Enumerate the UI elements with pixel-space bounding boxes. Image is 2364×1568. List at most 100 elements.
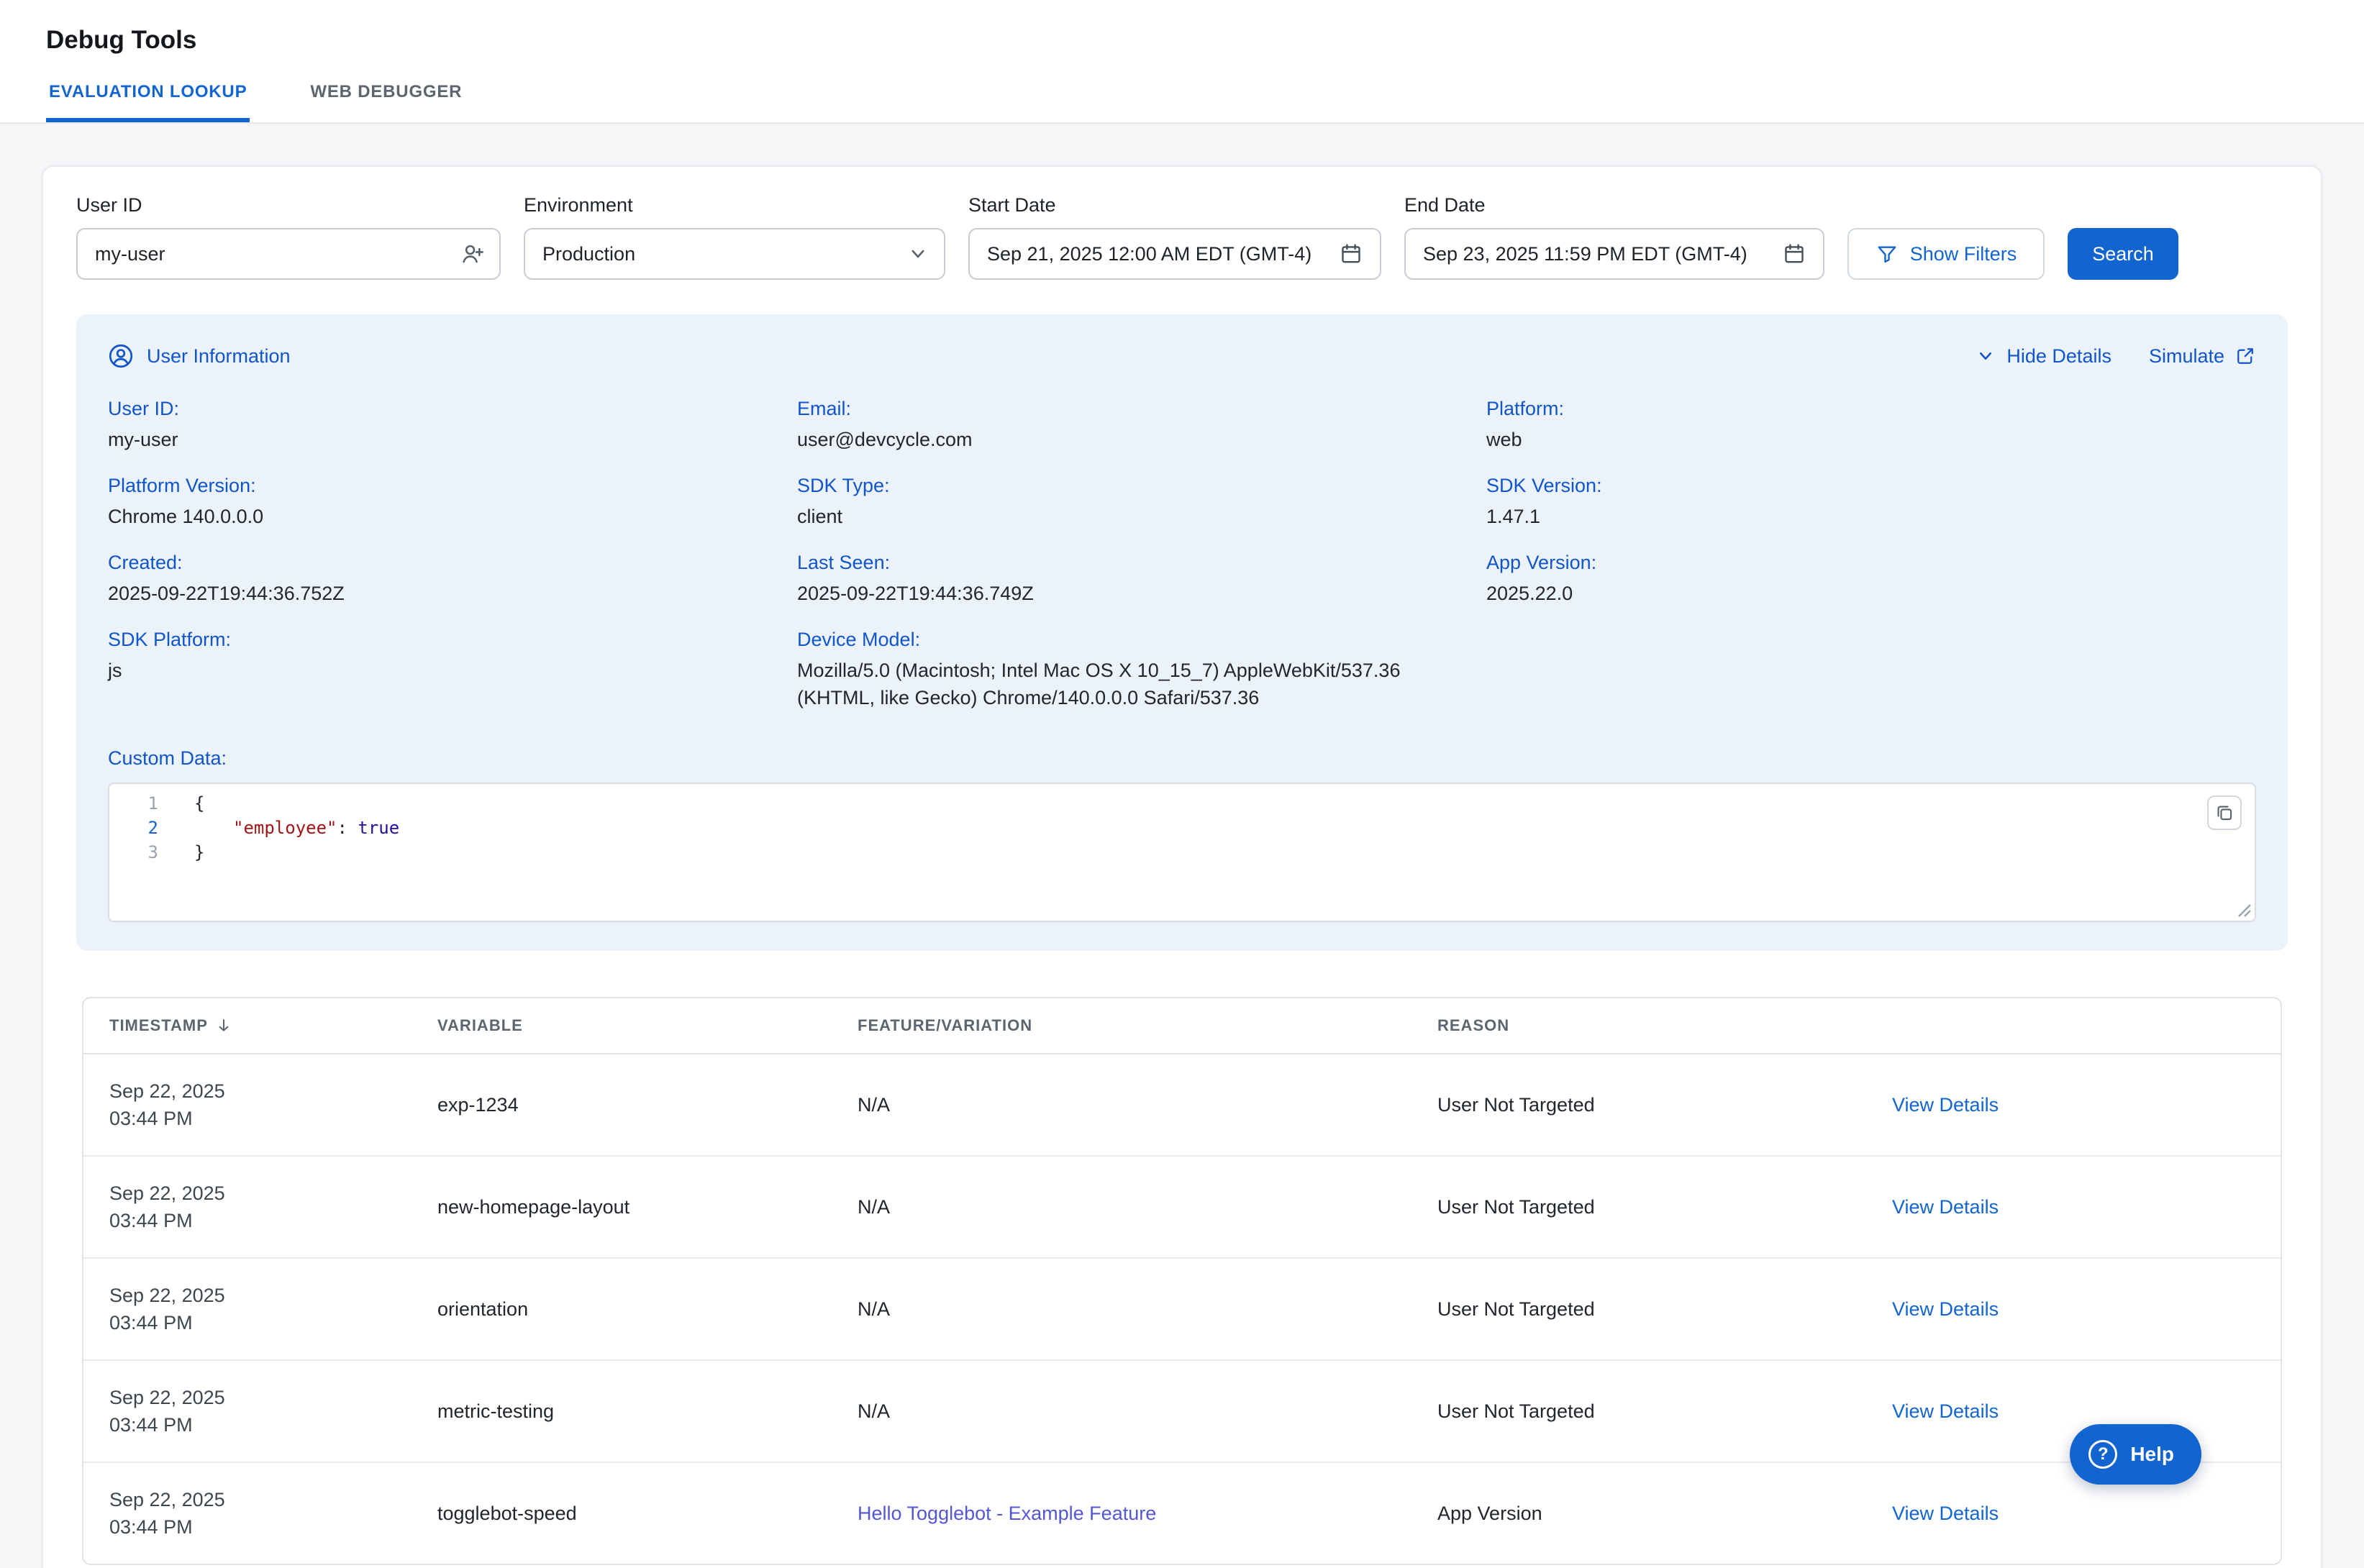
evaluations-table: TIMESTAMP VARIABLE FEATURE/VARIATION REA… [82,997,2282,1565]
environment-label: Environment [524,194,945,216]
reason-cell: App Version [1437,1503,1892,1525]
field-label: Platform: [1486,398,2256,420]
field-value: 2025-09-22T19:44:36.749Z [797,580,1445,607]
timestamp-cell: Sep 22, 2025 03:44 PM [109,1180,437,1234]
custom-data-section: Custom Data: 1 2 3 { "employee": true } [108,747,2256,922]
custom-data-label: Custom Data: [108,747,2256,770]
reason-cell: User Not Targeted [1437,1196,1892,1218]
code-line: "employee": true [194,816,399,840]
user-information-actions: Hide Details Simulate [1975,345,2256,368]
resize-handle[interactable] [2237,903,2252,918]
field-value: js [108,657,755,684]
view-details-link[interactable]: View Details [1892,1503,1999,1524]
environment-select[interactable]: Production [524,228,945,280]
tab-web-debugger[interactable]: WEB DEBUGGER [307,82,465,122]
field-label: App Version: [1486,552,2256,574]
field-label: Last Seen: [797,552,1486,574]
view-details-link[interactable]: View Details [1892,1298,1999,1320]
tab-evaluation-lookup[interactable]: EVALUATION LOOKUP [46,82,250,122]
field-label: SDK Version: [1486,475,2256,497]
field-label: Device Model: [797,629,1486,651]
hide-details-label: Hide Details [2006,345,2111,368]
table-row: Sep 22, 2025 03:44 PM metric-testing N/A… [83,1361,2281,1463]
field-value: client [797,503,1445,530]
timestamp-cell: Sep 22, 2025 03:44 PM [109,1486,437,1541]
user-id-field: User ID [76,194,501,280]
user-info-field: Platform Version: Chrome 140.0.0.0 [108,475,797,530]
column-header-reason: REASON [1437,1016,1892,1035]
question-circle-icon: ? [2088,1440,2117,1469]
line-number: 2 [109,816,158,840]
line-number: 3 [109,840,158,865]
help-label: Help [2130,1443,2174,1466]
line-number: 1 [109,791,158,816]
field-label: Email: [797,398,1486,420]
simulate-button[interactable]: Simulate [2149,345,2256,368]
help-button[interactable]: ? Help [2070,1424,2201,1485]
user-info-field: Device Model: Mozilla/5.0 (Macintosh; In… [797,629,1486,711]
copy-icon [2215,803,2234,822]
funnel-icon [1876,242,1899,265]
page-title: Debug Tools [46,26,2318,55]
user-circle-icon [108,343,134,369]
view-details-link[interactable]: View Details [1892,1400,1999,1422]
custom-data-code: { "employee": true } [158,791,399,921]
user-information-title-wrap: User Information [108,343,291,369]
line-number-gutter: 1 2 3 [109,791,158,921]
user-information-grid: User ID: my-user Platform Version: Chrom… [108,398,2256,733]
user-id-label: User ID [76,194,501,216]
column-header-timestamp[interactable]: TIMESTAMP [109,1016,437,1035]
start-date-input[interactable]: Sep 21, 2025 12:00 AM EDT (GMT-4) [968,228,1381,280]
feature-cell: N/A [858,1298,1437,1321]
user-info-column-2: Email: user@devcycle.com SDK Type: clien… [797,398,1486,733]
hide-details-button[interactable]: Hide Details [1975,345,2111,368]
field-label: SDK Type: [797,475,1486,497]
field-value: user@devcycle.com [797,426,1445,453]
tab-bar: EVALUATION LOOKUP WEB DEBUGGER [46,82,2318,122]
external-link-icon [2235,345,2256,367]
main-content: User ID Environment Production [0,124,2364,1568]
feature-cell: N/A [858,1196,1437,1218]
user-info-field: SDK Type: client [797,475,1486,530]
page-header: Debug Tools EVALUATION LOOKUP WEB DEBUGG… [0,0,2364,124]
reason-cell: User Not Targeted [1437,1400,1892,1423]
field-label: User ID: [108,398,797,420]
calendar-icon [1783,242,1806,265]
evaluation-lookup-card: User ID Environment Production [42,165,2322,1568]
user-info-field: User ID: my-user [108,398,797,453]
environment-field: Environment Production [524,194,945,280]
user-information-panel: User Information Hide Details Simulate [76,314,2288,951]
user-info-column-1: User ID: my-user Platform Version: Chrom… [108,398,797,733]
feature-cell: N/A [858,1094,1437,1116]
end-date-value: Sep 23, 2025 11:59 PM EDT (GMT-4) [1423,243,1747,265]
custom-data-editor[interactable]: 1 2 3 { "employee": true } [108,783,2256,922]
feature-cell: N/A [858,1400,1437,1423]
user-id-input[interactable] [76,228,501,280]
view-details-link[interactable]: View Details [1892,1196,1999,1218]
variable-cell: new-homepage-layout [437,1196,858,1218]
code-line: { [194,791,399,816]
show-filters-button[interactable]: Show Filters [1847,228,2045,280]
end-date-field: End Date Sep 23, 2025 11:59 PM EDT (GMT-… [1404,194,1824,280]
feature-link[interactable]: Hello Togglebot - Example Feature [858,1503,1156,1524]
search-button[interactable]: Search [2068,228,2178,280]
reason-cell: User Not Targeted [1437,1094,1892,1116]
view-details-link[interactable]: View Details [1892,1094,1999,1116]
copy-button[interactable] [2207,796,2242,830]
field-value: web [1486,426,2134,453]
end-date-input[interactable]: Sep 23, 2025 11:59 PM EDT (GMT-4) [1404,228,1824,280]
user-info-field: Platform: web [1486,398,2256,453]
reason-cell: User Not Targeted [1437,1298,1892,1321]
timestamp-cell: Sep 22, 2025 03:44 PM [109,1077,437,1132]
table-row: Sep 22, 2025 03:44 PM new-homepage-layou… [83,1157,2281,1259]
user-information-title: User Information [147,345,291,368]
table-row: Sep 22, 2025 03:44 PM exp-1234 N/A User … [83,1054,2281,1157]
simulate-label: Simulate [2149,345,2224,368]
column-header-label: TIMESTAMP [109,1016,208,1035]
user-info-field: SDK Version: 1.47.1 [1486,475,2256,530]
chevron-down-icon [1975,345,1996,367]
user-info-field: Last Seen: 2025-09-22T19:44:36.749Z [797,552,1486,607]
start-date-label: Start Date [968,194,1381,216]
timestamp-cell: Sep 22, 2025 03:44 PM [109,1384,437,1439]
user-info-field: App Version: 2025.22.0 [1486,552,2256,607]
